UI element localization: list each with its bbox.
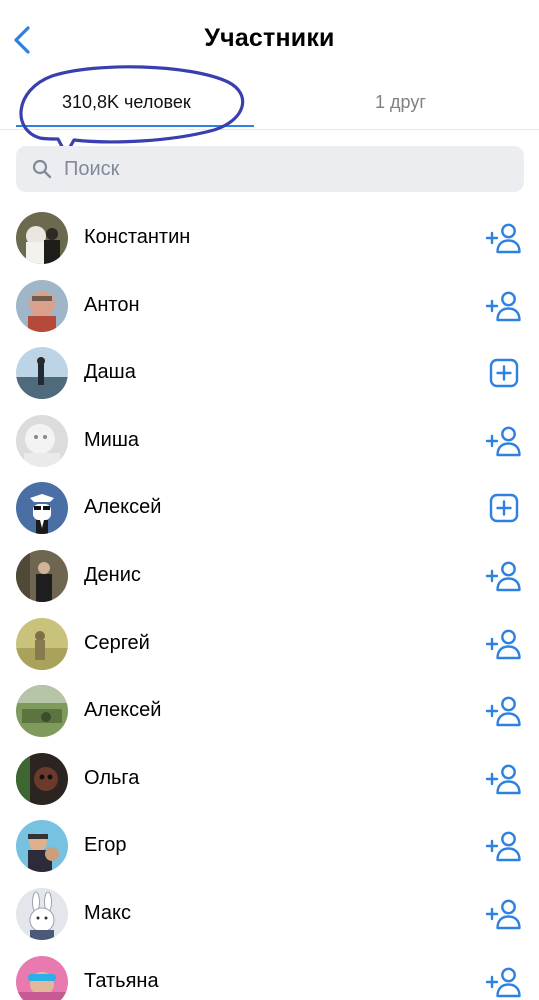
search-icon [32,159,52,179]
member-name: Алексей [84,699,162,722]
member-row[interactable]: Миша [0,407,539,475]
subscribe-plus-icon [489,494,519,523]
active-tab-indicator [16,125,254,127]
avatar[interactable] [16,414,68,467]
member-name: Миша [84,428,139,451]
member-row[interactable]: Макс [0,880,539,948]
member-row[interactable]: Константин [0,204,539,272]
member-name: Ольга [84,766,140,789]
member-name: Константин [84,226,191,248]
add-friend-icon [485,899,521,930]
add-friend-button[interactable] [484,691,524,731]
add-friend-button[interactable] [484,421,524,461]
tab-friends[interactable]: 1 друг [375,92,426,113]
avatar[interactable] [16,888,68,940]
divider [0,129,539,130]
add-friend-icon [485,223,521,254]
header: Участники [0,0,539,80]
avatar[interactable] [16,617,68,670]
add-friend-button[interactable] [484,826,524,866]
page-title: Участники [204,24,335,52]
add-friend-icon [485,967,521,997]
member-row[interactable]: Ольга [0,745,539,813]
add-friend-icon [485,831,521,862]
add-friend-icon [485,764,521,794]
avatar[interactable] [16,212,68,264]
member-name: Денис [84,564,141,586]
add-friend-icon [485,291,521,321]
search-placeholder: Поиск [64,158,120,180]
add-friend-button[interactable] [484,218,524,258]
member-row[interactable]: Сергей [0,610,539,678]
add-friend-button[interactable] [484,286,524,326]
member-row[interactable]: Алексей [0,474,539,542]
subscribe-button[interactable] [484,488,524,528]
search-input[interactable]: Поиск [16,146,524,192]
add-friend-icon [485,561,521,592]
member-row[interactable]: Егор [0,812,539,880]
subscribe-plus-icon [489,358,519,388]
member-name: Антон [84,293,140,316]
member-name: Сергей [84,631,150,654]
add-friend-icon [485,629,521,659]
add-friend-icon [485,426,521,456]
avatar[interactable] [16,820,68,873]
avatar[interactable] [16,955,68,1000]
avatar[interactable] [16,482,68,535]
avatar[interactable] [16,685,68,738]
avatar[interactable] [16,550,68,602]
member-name: Макс [84,902,131,924]
add-friend-button[interactable] [484,556,524,596]
avatar[interactable] [16,279,68,332]
add-friend-button[interactable] [484,894,524,934]
tab-bar: 310,8K человек 1 друг [0,80,539,130]
tab-members[interactable]: 310,8K человек [62,92,191,113]
member-name: Даша [84,361,136,384]
add-friend-button[interactable] [484,962,524,1000]
member-name: Алексей [84,496,162,519]
add-friend-icon [485,696,521,727]
member-row[interactable]: Денис [0,542,539,610]
member-row[interactable]: Алексей [0,677,539,745]
avatar[interactable] [16,347,68,400]
subscribe-button[interactable] [484,353,524,393]
member-name: Егор [84,834,127,857]
member-row[interactable]: Даша [0,339,539,407]
add-friend-button[interactable] [484,624,524,664]
member-row[interactable]: Татьяна [0,948,539,1000]
add-friend-button[interactable] [484,759,524,799]
member-row[interactable]: Антон [0,272,539,340]
avatar[interactable] [16,752,68,805]
member-name: Татьяна [84,969,159,992]
